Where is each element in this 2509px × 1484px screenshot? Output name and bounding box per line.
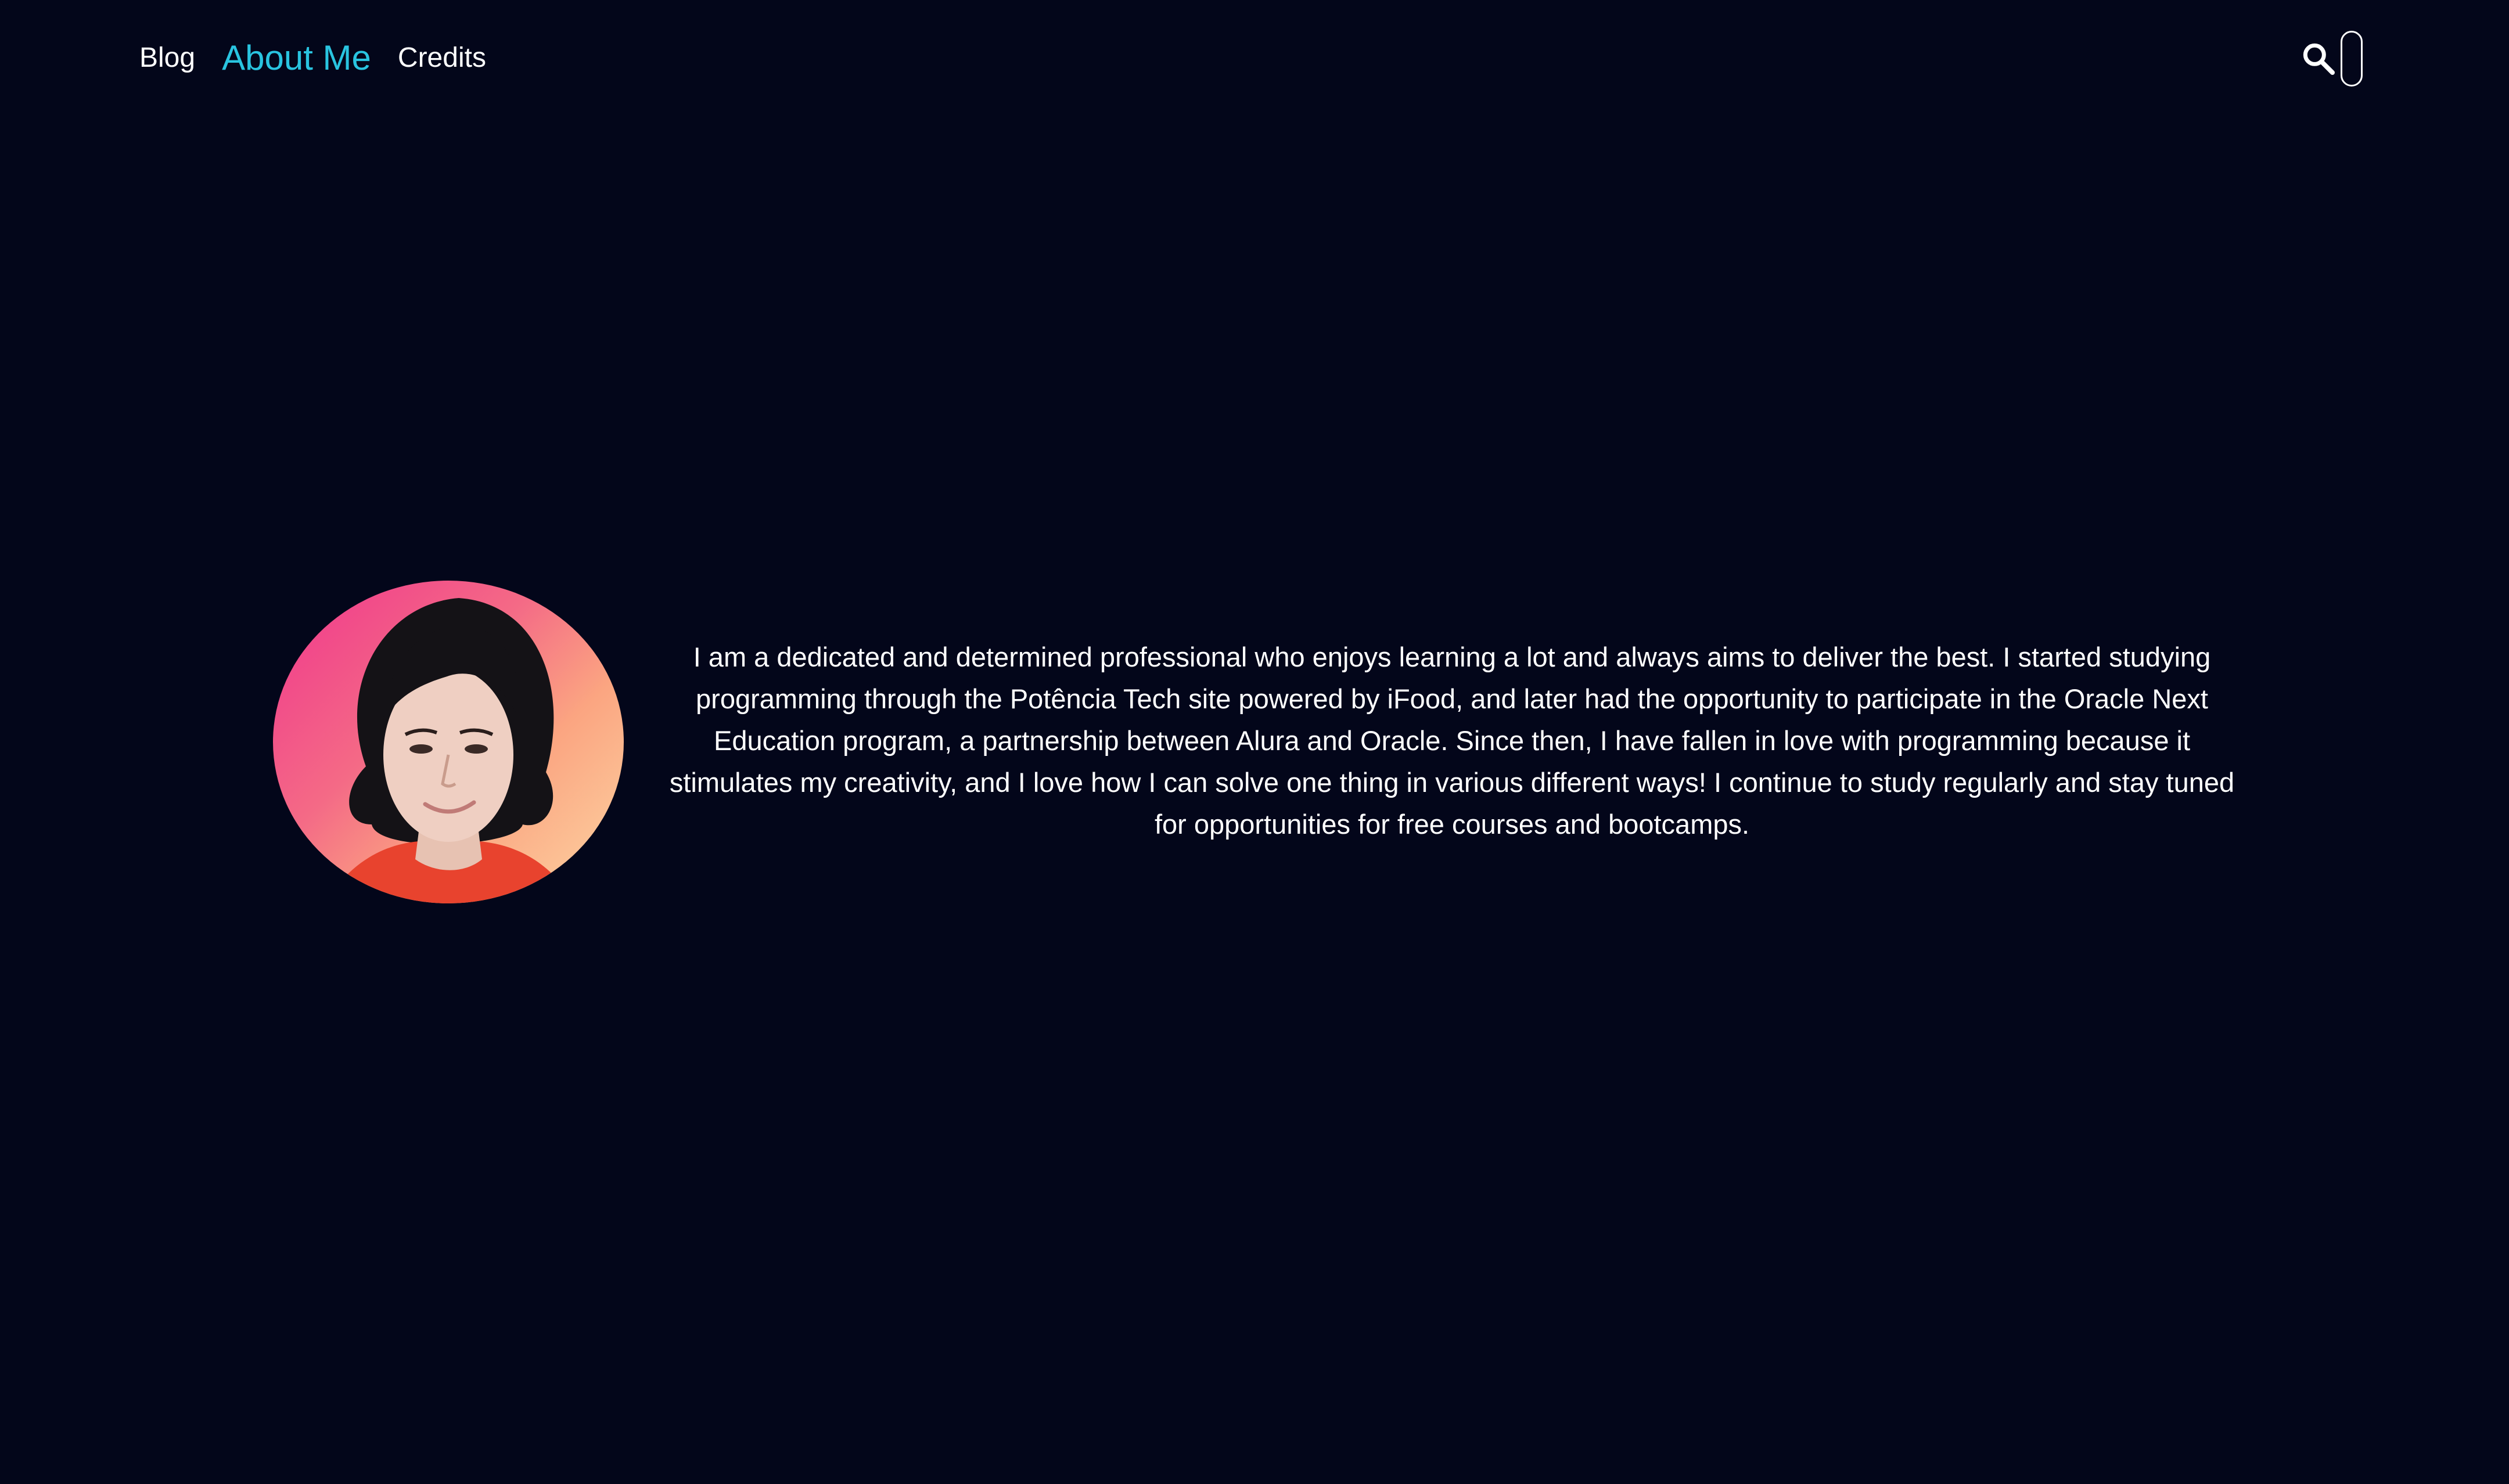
nav-link-about-me[interactable]: About Me xyxy=(222,41,371,75)
nav-link-credits[interactable]: Credits xyxy=(398,44,486,72)
main-nav: Blog About Me Credits xyxy=(139,0,486,116)
about-section: I am a dedicated and determined professi… xyxy=(273,581,2248,906)
search-area xyxy=(2300,27,2363,91)
about-bio-text: I am a dedicated and determined professi… xyxy=(669,642,2235,840)
search-icon[interactable] xyxy=(2300,40,2337,77)
profile-photo xyxy=(273,581,624,903)
nav-link-blog[interactable]: Blog xyxy=(139,44,195,72)
search-input[interactable] xyxy=(2341,31,2363,87)
